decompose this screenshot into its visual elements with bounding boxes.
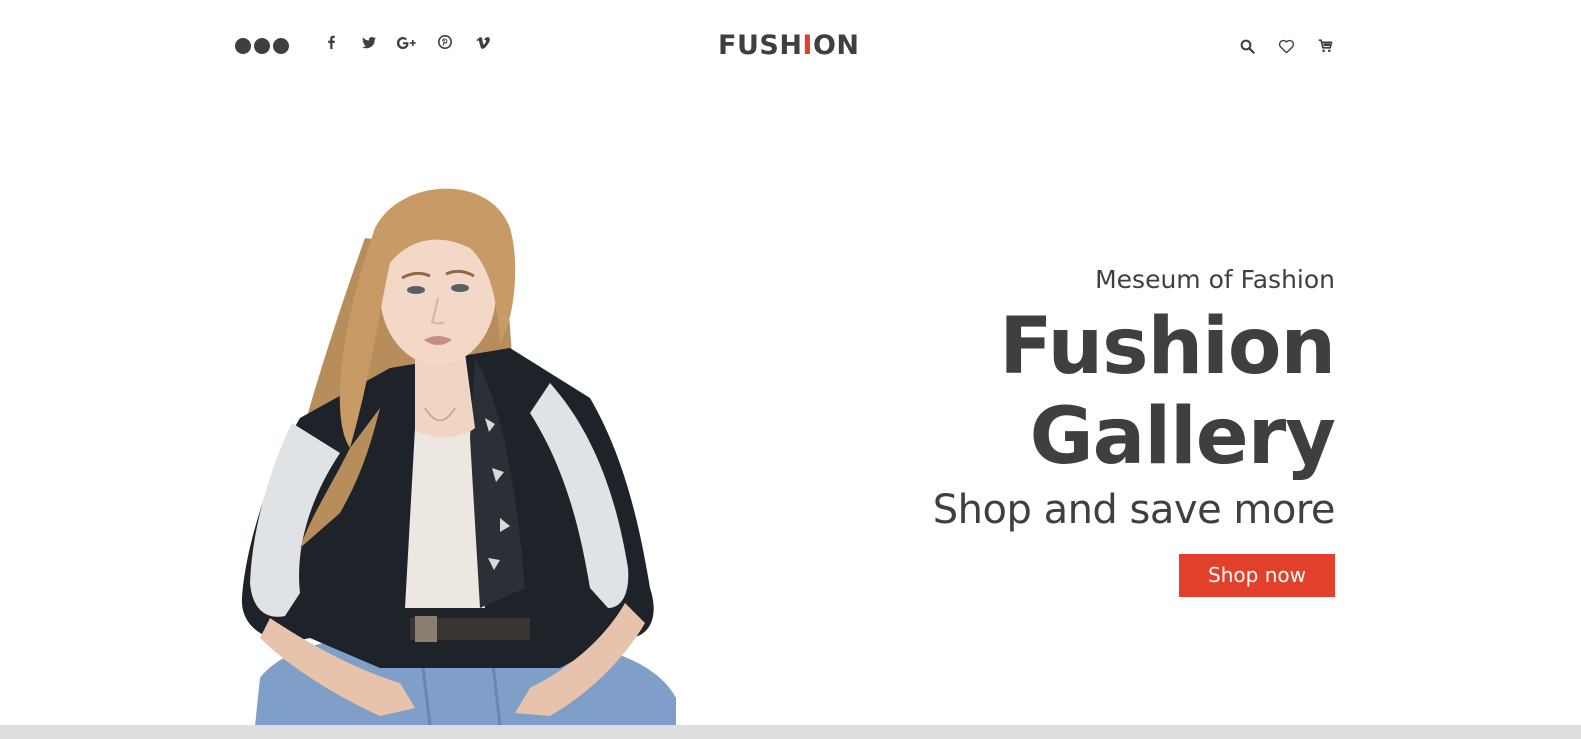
menu-dots-icon[interactable] (235, 38, 289, 54)
pinterest-icon[interactable] (426, 35, 464, 57)
twitter-glyph (362, 37, 376, 49)
facebook-icon[interactable] (312, 35, 350, 57)
headline-line-2: Gallery (1029, 392, 1336, 482)
hero-copy: Meseum of Fashion Fushion Gallery Shop a… (775, 262, 1336, 597)
cart-icon[interactable] (1306, 34, 1345, 58)
headline-line-1: Fushion (999, 302, 1336, 392)
dot (273, 38, 289, 54)
header-tools (1228, 34, 1345, 58)
heart-icon[interactable] (1267, 34, 1306, 58)
site-logo[interactable]: FUSHION (718, 29, 860, 63)
logo-text-start: FUSH (718, 30, 803, 61)
hero-headline: Fushion Gallery (775, 302, 1336, 482)
vimeo-icon[interactable] (464, 35, 502, 57)
shop-now-button[interactable]: Shop now (1179, 554, 1335, 597)
heart-glyph (1278, 39, 1295, 53)
twitter-icon[interactable] (350, 35, 388, 57)
search-glyph (1240, 39, 1255, 54)
facebook-glyph (328, 35, 335, 49)
site-header: FUSHION (0, 0, 1581, 92)
hero-kicker: Meseum of Fashion (1095, 265, 1335, 294)
hero-subhead: Shop and save more (932, 487, 1336, 533)
social-links (312, 35, 502, 57)
page-bottom-strip (0, 725, 1581, 739)
cart-glyph (1318, 39, 1333, 53)
vimeo-glyph (476, 37, 490, 49)
logo-text-end: ON (812, 30, 860, 61)
model-illustration (241, 188, 676, 727)
hero-model-image (230, 168, 680, 727)
google-plus-icon[interactable] (388, 35, 426, 57)
google-plus-glyph (396, 37, 416, 50)
logo-text-accent: I (802, 30, 813, 61)
pinterest-glyph (438, 35, 452, 49)
dot (235, 38, 251, 54)
dot (254, 38, 270, 54)
search-icon[interactable] (1228, 34, 1267, 58)
